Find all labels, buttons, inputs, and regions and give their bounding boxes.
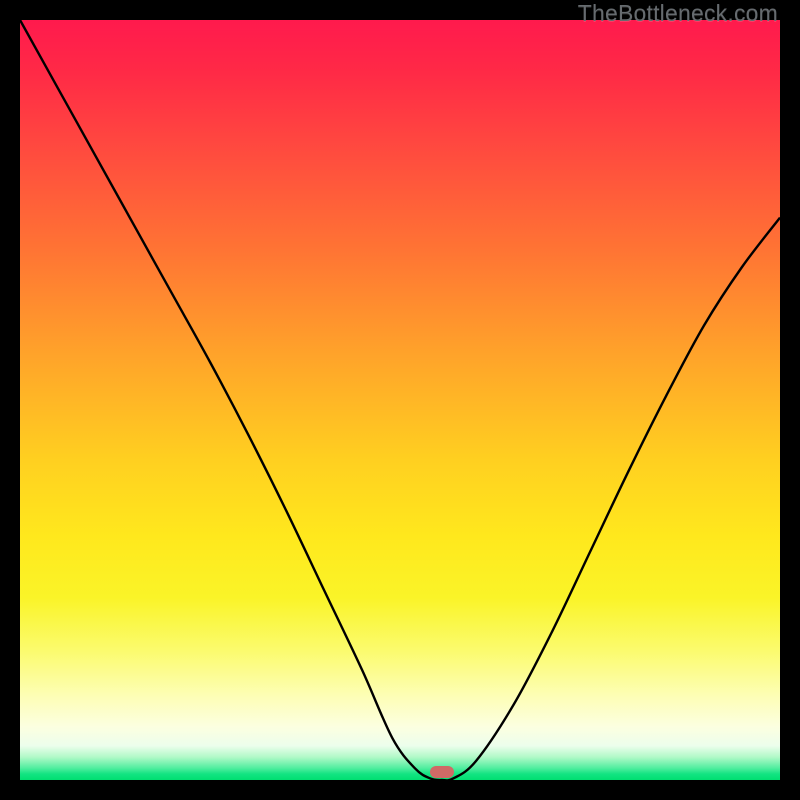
plot-area bbox=[20, 20, 780, 780]
watermark-text: TheBottleneck.com bbox=[578, 0, 778, 27]
optimal-marker bbox=[430, 766, 454, 778]
curve-line bbox=[20, 20, 780, 780]
bottleneck-curve bbox=[20, 20, 780, 780]
chart-frame: TheBottleneck.com bbox=[0, 0, 800, 800]
